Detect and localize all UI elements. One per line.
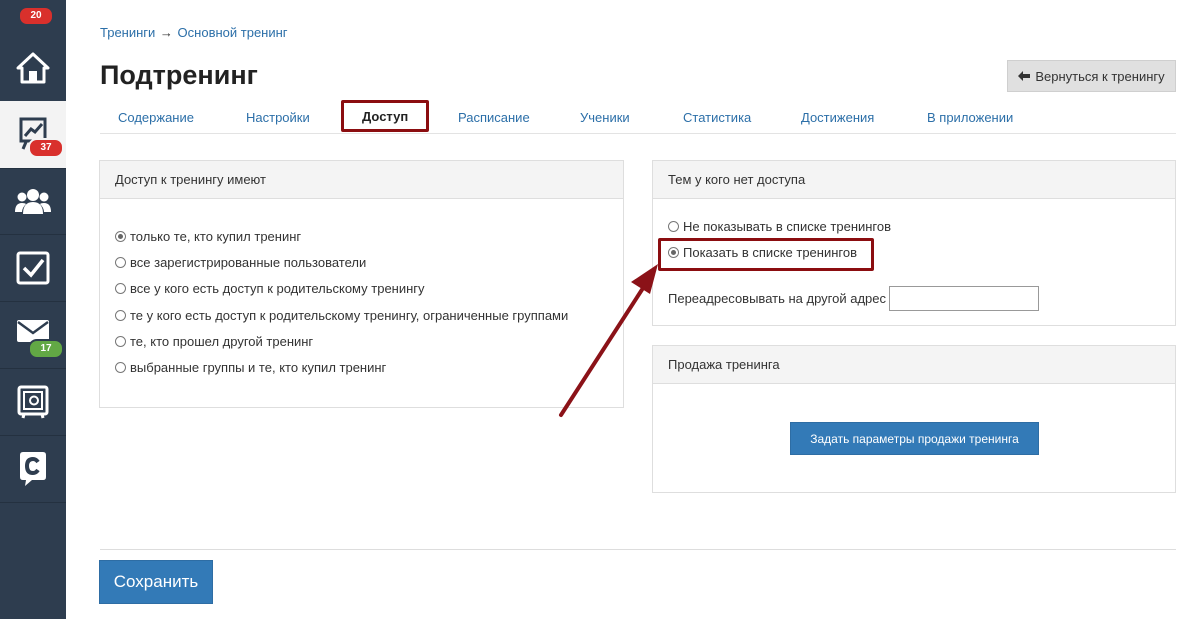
tabs-bar: Содержание Настройки Доступ Расписание У… xyxy=(100,100,1176,134)
radio-button[interactable] xyxy=(115,231,126,242)
radio-button[interactable] xyxy=(668,221,679,232)
access-option-parent-groups[interactable]: те у кого есть доступ к родительскому тр… xyxy=(115,308,568,323)
radio-label: выбранные группы и те, кто купил тренинг xyxy=(130,360,387,375)
radio-button[interactable] xyxy=(115,336,126,347)
footer-divider xyxy=(100,549,1176,550)
radio-button[interactable] xyxy=(115,283,126,294)
access-option-parent-access[interactable]: все у кого есть доступ к родительскому т… xyxy=(115,281,425,296)
access-panel-title: Доступ к тренингу имеют xyxy=(100,161,623,199)
tab-schedule[interactable]: Расписание xyxy=(458,110,530,125)
breadcrumb: Тренинги → Основной тренинг xyxy=(100,25,288,40)
redirect-label: Переадресовывать на другой адрес xyxy=(668,291,887,306)
users-icon xyxy=(15,187,51,215)
tab-content[interactable]: Содержание xyxy=(118,110,194,125)
radio-label: все у кого есть доступ к родительскому т… xyxy=(130,281,425,296)
access-panel: Доступ к тренингу имеют только те, кто к… xyxy=(99,160,624,408)
arrow-left-icon xyxy=(1018,69,1031,84)
access-option-other-training[interactable]: те, кто прошел другой тренинг xyxy=(115,334,313,349)
tab-settings[interactable]: Настройки xyxy=(246,110,310,125)
no-access-option-hide[interactable]: Не показывать в списке тренингов xyxy=(668,219,891,234)
save-button[interactable]: Сохранить xyxy=(99,560,213,604)
trainings-badge: 37 xyxy=(28,138,64,158)
notifications-badge: 20 xyxy=(18,6,54,26)
radio-label: только те, кто купил тренинг xyxy=(130,229,302,244)
messages-badge: 17 xyxy=(28,339,64,359)
access-option-selected-groups[interactable]: выбранные группы и те, кто купил тренинг xyxy=(115,360,386,375)
tab-access[interactable]: Доступ xyxy=(341,100,430,132)
sidebar-item-home[interactable] xyxy=(0,35,66,102)
no-access-panel: Тем у кого нет доступа Не показывать в с… xyxy=(652,160,1176,326)
tab-achievements[interactable]: Достижения xyxy=(801,110,874,125)
sale-panel: Продажа тренинга Задать параметры продаж… xyxy=(652,345,1176,493)
sidebar-item-messages[interactable]: 17 xyxy=(0,302,66,369)
back-button-label: Вернуться к тренингу xyxy=(1035,68,1165,84)
tab-students[interactable]: Ученики xyxy=(580,110,630,125)
access-option-all-registered[interactable]: все зарегистрированные пользователи xyxy=(115,255,366,270)
radio-button[interactable] xyxy=(115,257,126,268)
sale-panel-title: Продажа тренинга xyxy=(653,346,1175,384)
tab-statistics[interactable]: Статистика xyxy=(683,110,751,125)
breadcrumb-main-training-link[interactable]: Основной тренинг xyxy=(178,25,288,40)
chat-logo-icon xyxy=(16,451,50,487)
radio-button[interactable] xyxy=(115,310,126,321)
sidebar-item-users[interactable] xyxy=(0,168,66,235)
radio-label: все зарегистрированные пользователи xyxy=(130,255,367,270)
radio-label: те, кто прошел другой тренинг xyxy=(130,334,314,349)
radio-label: те у кого есть доступ к родительскому тр… xyxy=(130,308,569,323)
access-option-purchased[interactable]: только те, кто купил тренинг xyxy=(115,229,301,244)
breadcrumb-trainings-link[interactable]: Тренинги xyxy=(100,25,155,40)
checkbox-icon xyxy=(16,251,50,285)
page-title: Подтренинг xyxy=(100,60,258,90)
sidebar-top[interactable]: 20 xyxy=(0,0,66,35)
sidebar-item-payments[interactable] xyxy=(0,369,66,436)
radio-button[interactable] xyxy=(115,362,126,373)
sale-settings-button[interactable]: Задать параметры продажи тренинга xyxy=(790,422,1039,455)
sidebar: 20 37 17 xyxy=(0,0,66,619)
safe-icon xyxy=(17,385,49,419)
tab-in-app[interactable]: В приложении xyxy=(927,110,1013,125)
redirect-url-input[interactable] xyxy=(889,286,1039,311)
sidebar-item-tasks[interactable] xyxy=(0,235,66,302)
sidebar-item-chat[interactable] xyxy=(0,436,66,503)
radio-label: Не показывать в списке тренингов xyxy=(683,219,892,234)
breadcrumb-separator: → xyxy=(159,25,173,40)
show-option-highlight xyxy=(658,238,874,271)
sidebar-item-trainings[interactable]: 37 xyxy=(0,101,66,169)
back-to-training-button[interactable]: Вернуться к тренингу xyxy=(1007,60,1176,92)
home-icon xyxy=(16,52,50,84)
no-access-panel-title: Тем у кого нет доступа xyxy=(653,161,1175,199)
